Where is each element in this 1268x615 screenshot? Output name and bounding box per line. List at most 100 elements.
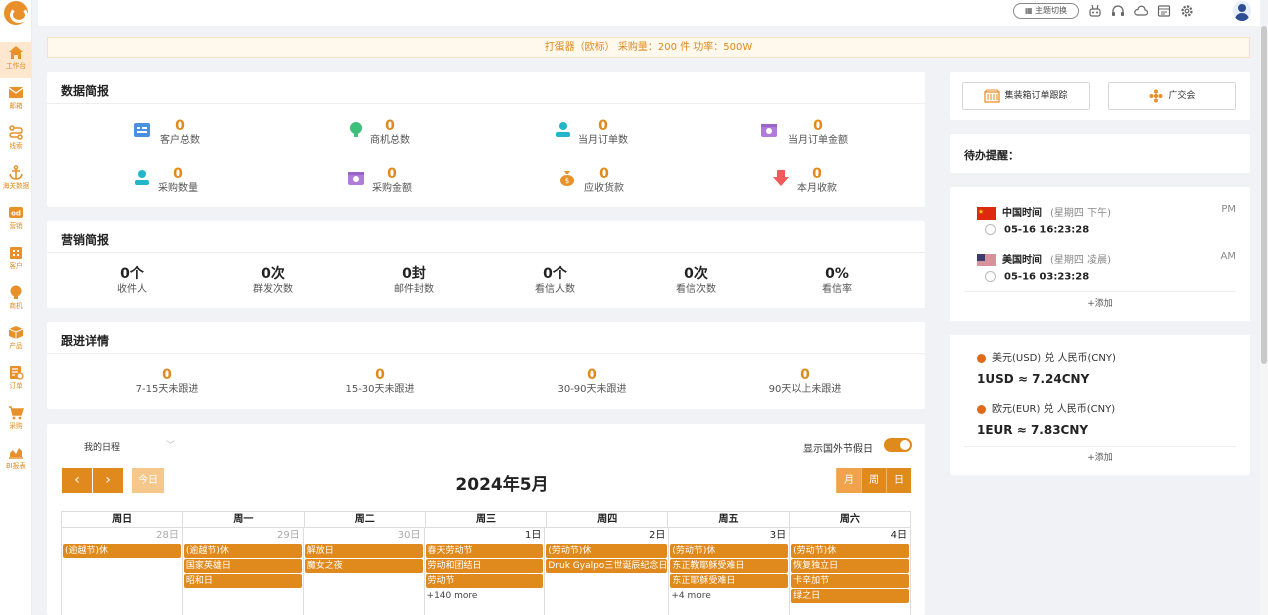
stat-monthly-orders[interactable]: 0 当月订单数 xyxy=(572,118,634,148)
view-month-button[interactable]: 月 xyxy=(836,468,861,493)
calendar-event[interactable]: 劳动和团结日 xyxy=(425,559,544,573)
day-number: 3日 xyxy=(769,530,787,541)
canton-fair-label: 广交会 xyxy=(1168,91,1196,101)
schedule-select[interactable]: 我的日程 ﹀ xyxy=(84,440,175,453)
data-report-title: 数据简报 xyxy=(61,84,110,98)
calendar-event[interactable]: Druk Gyalpo三世诞辰纪念日 xyxy=(546,559,668,573)
calendar-week-row: 28日 (逾越节)休 29日 (逾越节)休 国家英雄日 昭和日 30日 解放日 … xyxy=(62,528,912,615)
china-flag-icon xyxy=(977,206,996,220)
theme-switch-button[interactable]: ▦ 主题切换 xyxy=(1013,3,1079,19)
sidebar-item-bi-report[interactable]: BI报表 xyxy=(0,442,32,478)
calendar-event[interactable]: 国家英雄日 xyxy=(183,559,302,573)
stat-followup-15-30[interactable]: 0 15-30天未跟进 xyxy=(330,367,430,397)
calendar-event[interactable]: 解放日 xyxy=(304,544,423,558)
stat-read-count[interactable]: 0次 看信次数 xyxy=(656,266,736,297)
sidebar: 工作台 邮箱 线索 海关数据 od 营销 客户 商机 产品 订单 采购 BI报表 xyxy=(0,0,32,615)
add-timezone-link[interactable]: +添加 xyxy=(950,296,1250,309)
stat-monthly-amount[interactable]: 0 当月订单金额 xyxy=(782,118,854,148)
calendar-event[interactable]: 东正耶稣受难日 xyxy=(670,574,789,588)
marketing-icon: od xyxy=(9,207,23,218)
stat-readers[interactable]: 0个 看信人数 xyxy=(515,266,595,297)
stat-read-rate[interactable]: 0% 看信率 xyxy=(797,266,877,297)
stat-opportunity-total[interactable]: 0 商机总数 xyxy=(367,118,413,148)
calendar-event[interactable]: (劳动节)休 xyxy=(670,544,789,558)
calendar-board-icon[interactable] xyxy=(1157,4,1171,18)
container-tracking-label: 集装箱订单跟踪 xyxy=(1004,91,1068,101)
calendar-event[interactable]: 恢复独立日 xyxy=(791,559,910,573)
calendar-day-cell[interactable]: 29日 (逾越节)休 国家英雄日 昭和日 xyxy=(183,528,304,615)
calendar-day-cell[interactable]: 28日 (逾越节)休 xyxy=(62,528,183,615)
calendar-event[interactable]: (逾越节)休 xyxy=(183,544,302,558)
stat-monthly-collection[interactable]: 0 本月收款 xyxy=(792,166,842,196)
sidebar-item-customs-data[interactable]: 海关数据 xyxy=(0,162,32,198)
calendar-day-cell[interactable]: 3日 (劳动节)休 东正教耶稣受难日 东正耶稣受难日 +4 more xyxy=(669,528,791,615)
box-icon xyxy=(8,326,24,339)
calendar-event[interactable]: 春天劳动节 xyxy=(425,544,544,558)
stat-purchase-quantity[interactable]: 0 采购数量 xyxy=(153,166,203,196)
sidebar-item-label: 线索 xyxy=(9,142,23,150)
view-week-button[interactable]: 周 xyxy=(861,468,886,493)
calendar-event[interactable]: 魔女之夜 xyxy=(304,559,423,573)
sidebar-item-product[interactable]: 产品 xyxy=(0,322,32,358)
stat-mass-send-count[interactable]: 0次 群发次数 xyxy=(233,266,313,297)
sidebar-item-label: 工作台 xyxy=(6,62,26,70)
quick-links-card: 集装箱订单跟踪 广交会 xyxy=(950,72,1250,120)
add-rate-link[interactable]: +添加 xyxy=(950,450,1250,463)
calendar-event[interactable]: 东正教耶稣受难日 xyxy=(670,559,789,573)
stat-followup-30-90[interactable]: 0 30-90天未跟进 xyxy=(542,367,642,397)
mail-icon xyxy=(8,87,24,98)
calendar-event[interactable]: (逾越节)休 xyxy=(63,544,181,558)
stat-followup-7-15[interactable]: 0 7-15天未跟进 xyxy=(117,367,217,397)
timezone-time: 05-16 16:23:28 xyxy=(985,224,1089,236)
sidebar-item-opportunity[interactable]: 商机 xyxy=(0,282,32,318)
robot-icon[interactable] xyxy=(1088,4,1102,18)
view-day-button[interactable]: 日 xyxy=(886,468,911,493)
svg-text:$: $ xyxy=(565,177,569,185)
stat-mail-count[interactable]: 0封 邮件封数 xyxy=(374,266,454,297)
app-logo-icon[interactable] xyxy=(4,1,28,25)
clock-icon xyxy=(985,224,996,235)
calendar-day-cell[interactable]: 4日 (劳动节)休 恢复独立日 卡辛加节 绿之日 xyxy=(790,528,912,615)
customer-total-icon xyxy=(134,123,150,137)
sidebar-item-customer[interactable]: 客户 xyxy=(0,242,32,278)
marketing-report-card: 营销简报 0个 收件人 0次 群发次数 0封 邮件封数 0个 看信人数 0次 看… xyxy=(47,221,925,308)
theme-switch-label: 主题切换 xyxy=(1035,6,1068,15)
calendar-event[interactable]: 昭和日 xyxy=(183,574,302,588)
holiday-toggle[interactable] xyxy=(884,438,912,452)
calendar-event[interactable]: 劳动节 xyxy=(425,574,544,588)
calendar-event[interactable]: (劳动节)休 xyxy=(546,544,668,558)
canton-fair-button[interactable]: 广交会 xyxy=(1108,82,1236,110)
headset-icon[interactable] xyxy=(1111,4,1125,18)
sidebar-item-label: 邮箱 xyxy=(9,102,23,110)
sidebar-item-purchase[interactable]: 采购 xyxy=(0,402,32,438)
calendar-day-cell[interactable]: 30日 解放日 魔女之夜 xyxy=(304,528,425,615)
sidebar-item-order[interactable]: 订单 xyxy=(0,362,32,398)
stat-customer-total[interactable]: 0 客户总数 xyxy=(157,118,203,148)
sidebar-item-leads[interactable]: 线索 xyxy=(0,122,32,158)
stat-receivable[interactable]: 0 应收货款 xyxy=(579,166,629,196)
sidebar-item-mail[interactable]: 邮箱 xyxy=(0,82,32,118)
more-events-link[interactable]: +140 more xyxy=(425,589,545,603)
route-icon xyxy=(9,125,23,140)
page-scrollbar-thumb[interactable] xyxy=(1261,26,1267,364)
user-avatar[interactable] xyxy=(1233,1,1251,21)
weekday-label: 周二 xyxy=(304,512,426,528)
calendar-event[interactable]: 卡辛加节 xyxy=(791,574,910,588)
stat-recipients[interactable]: 0个 收件人 xyxy=(92,266,172,297)
gear-icon[interactable] xyxy=(1180,4,1194,18)
calendar-event[interactable]: (劳动节)休 xyxy=(791,544,910,558)
chart-icon xyxy=(9,448,23,459)
stat-followup-90-plus[interactable]: 0 90天以上未跟进 xyxy=(755,367,855,397)
container-tracking-button[interactable]: 集装箱订单跟踪 xyxy=(962,82,1090,110)
calendar-day-cell[interactable]: 2日 (劳动节)休 Druk Gyalpo三世诞辰纪念日 xyxy=(545,528,670,615)
calendar-day-cell[interactable]: 1日 春天劳动节 劳动和团结日 劳动节 +140 more xyxy=(425,528,546,615)
sidebar-item-marketing[interactable]: od 营销 xyxy=(0,202,32,238)
cloud-icon[interactable] xyxy=(1134,4,1148,18)
weekday-label: 周日 xyxy=(62,512,184,528)
calendar-event[interactable]: 绿之日 xyxy=(791,589,910,603)
timezone-usa: 美国时间 (星期四 凌晨) xyxy=(977,251,1111,267)
more-events-link[interactable]: +4 more xyxy=(669,589,789,603)
sidebar-item-workbench[interactable]: 工作台 xyxy=(0,42,32,78)
holiday-toggle-label: 显示国外节假日 xyxy=(803,444,873,455)
stat-purchase-amount[interactable]: 0 采购金额 xyxy=(367,166,417,196)
